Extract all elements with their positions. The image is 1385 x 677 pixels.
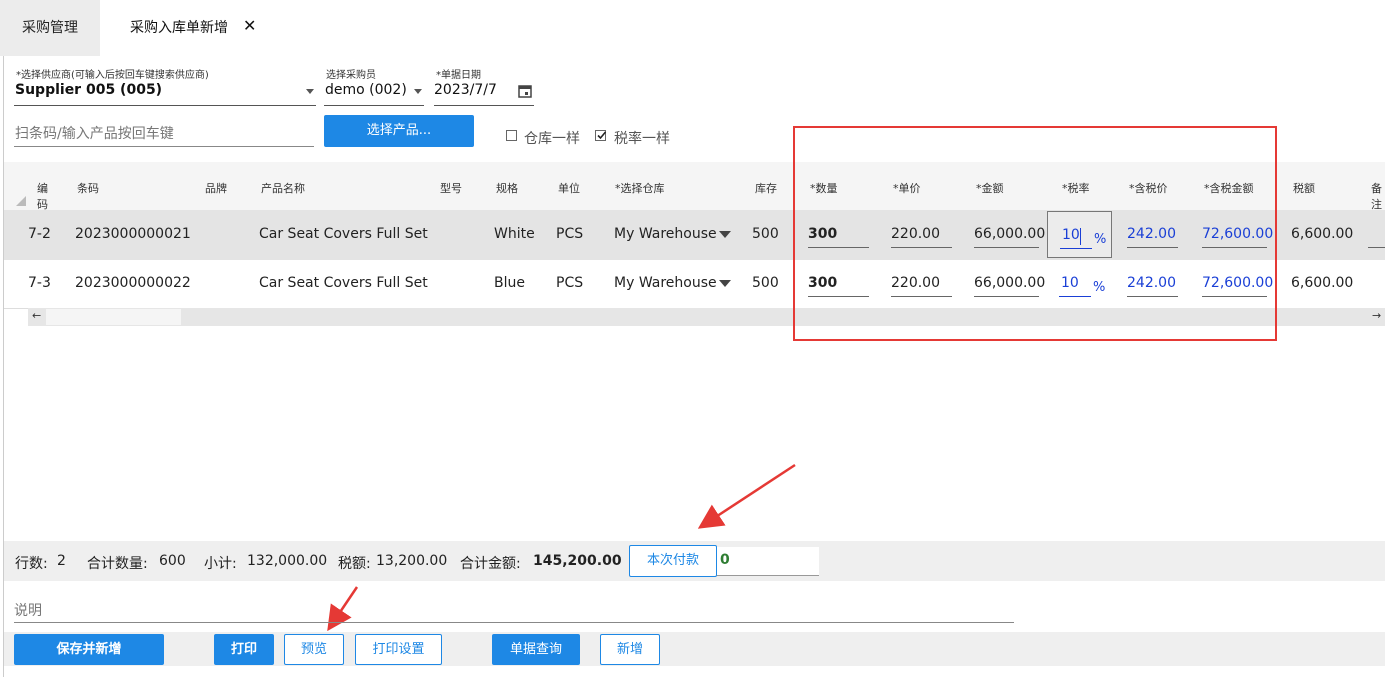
qty-total-value: 600 xyxy=(159,553,186,569)
arrow-icon xyxy=(697,463,796,529)
note-placeholder: 说明 xyxy=(14,603,42,619)
pay-amount-input[interactable]: 0 xyxy=(717,547,819,576)
print-button[interactable]: 打印 xyxy=(214,634,274,665)
underline xyxy=(14,622,1014,623)
subtotal-label: 小计: xyxy=(204,556,237,572)
subtotal-value: 132,000.00 xyxy=(247,553,328,569)
pay-now-button[interactable]: 本次付款 xyxy=(629,545,717,577)
new-button[interactable]: 新增 xyxy=(600,634,660,665)
rows-value: 2 xyxy=(57,553,66,569)
print-settings-button[interactable]: 打印设置 xyxy=(355,634,442,665)
save-and-new-button[interactable]: 保存并新增 xyxy=(14,634,164,665)
qty-total-label: 合计数量: xyxy=(87,556,148,572)
pay-amount-value: 0 xyxy=(720,552,730,568)
grand-total-value: 145,200.00 xyxy=(533,553,622,569)
action-bar xyxy=(4,632,1385,666)
tax-total-value: 13,200.00 xyxy=(376,553,448,569)
preview-button[interactable]: 预览 xyxy=(284,634,344,665)
document-query-button[interactable]: 单据查询 xyxy=(492,634,580,665)
note-input[interactable]: 说明 xyxy=(14,598,1014,623)
grand-total-label: 合计金额: xyxy=(460,556,521,572)
rows-label: 行数: xyxy=(15,556,48,572)
tax-total-label: 税额: xyxy=(338,556,371,572)
